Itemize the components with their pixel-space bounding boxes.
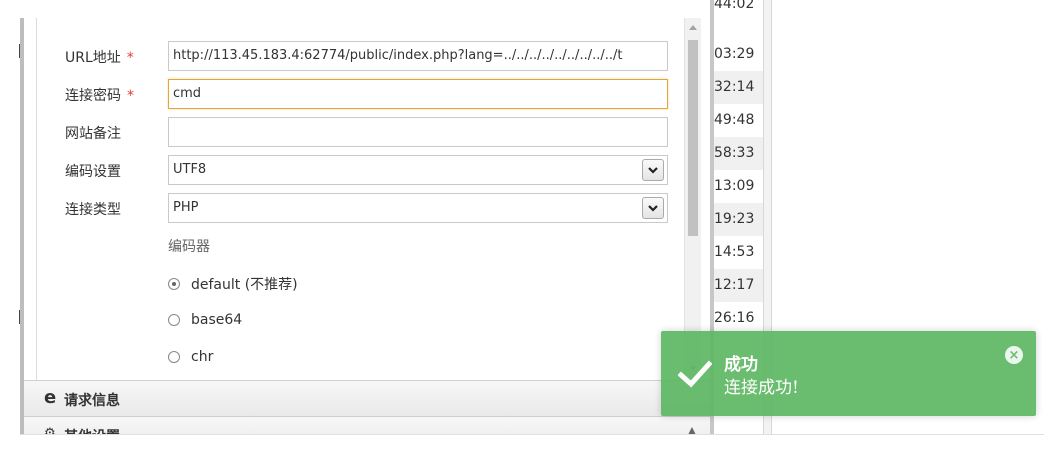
- time-cell: 13:09: [714, 178, 755, 194]
- check-icon: [678, 360, 712, 388]
- time-cell: 14:53: [714, 244, 755, 260]
- note-label: 网站备注: [65, 126, 121, 142]
- url-label: URL地址 *: [65, 50, 134, 66]
- password-label: 连接密码 *: [65, 88, 134, 104]
- time-cell: 49:48: [714, 112, 755, 128]
- encoder-option-base64[interactable]: base64: [168, 312, 242, 328]
- time-cell: 19:23: [714, 203, 763, 236]
- type-label: 连接类型: [65, 202, 121, 218]
- encoder-title: 编码器: [168, 239, 210, 255]
- time-cell: 44:02: [714, 0, 755, 12]
- background-left-edge: [0, 0, 21, 455]
- radio-icon[interactable]: [168, 314, 180, 326]
- connection-dialog: URL地址 * http://113.45.183.4:62774/public/…: [20, 18, 710, 435]
- toast-title: 成功: [724, 355, 758, 375]
- bottom-border: [20, 434, 1044, 435]
- toast-message: 连接成功!: [724, 378, 799, 398]
- password-input[interactable]: cmd: [168, 79, 668, 109]
- section-request-info-label: 请求信息: [64, 393, 120, 409]
- connection-form: URL地址 * http://113.45.183.4:62774/public/…: [36, 18, 684, 380]
- url-input[interactable]: http://113.45.183.4:62774/public/index.p…: [168, 41, 668, 71]
- encoding-label: 编码设置: [65, 164, 121, 180]
- required-mark: *: [126, 50, 134, 66]
- time-cell: 12:17: [714, 269, 763, 302]
- section-other-settings[interactable]: ⚙ 其他设置 ▲: [24, 416, 710, 435]
- ie-e-icon: e: [44, 387, 57, 408]
- section-request-info[interactable]: e 请求信息: [24, 380, 710, 416]
- encoder-option-default[interactable]: default (不推荐): [168, 274, 298, 294]
- required-mark: *: [127, 88, 134, 104]
- chevron-down-icon[interactable]: [642, 159, 664, 181]
- encoder-option-label: base64: [191, 312, 243, 328]
- chevron-down-icon[interactable]: [642, 197, 664, 219]
- encoder-option-chr[interactable]: chr: [168, 349, 213, 365]
- encoder-option-label: default (不推荐): [191, 277, 298, 293]
- close-icon[interactable]: ×: [1005, 346, 1023, 364]
- form-scrollbar[interactable]: [684, 18, 701, 380]
- radio-icon[interactable]: [168, 351, 180, 363]
- scroll-up-icon[interactable]: [689, 25, 697, 30]
- time-cell: 58:33: [714, 137, 763, 170]
- radio-selected-icon[interactable]: [168, 278, 180, 290]
- encoding-select-value: UTF8: [173, 162, 207, 177]
- time-cell: 03:29: [714, 46, 755, 62]
- note-input[interactable]: [168, 117, 668, 147]
- success-toast: 成功 连接成功! ×: [661, 331, 1036, 416]
- time-cell: 32:14: [714, 71, 763, 104]
- type-select[interactable]: PHP: [168, 193, 668, 223]
- scroll-thumb[interactable]: [688, 40, 698, 236]
- type-select-value: PHP: [173, 200, 199, 215]
- encoding-select[interactable]: UTF8: [168, 155, 668, 185]
- encoder-option-label: chr: [191, 349, 214, 365]
